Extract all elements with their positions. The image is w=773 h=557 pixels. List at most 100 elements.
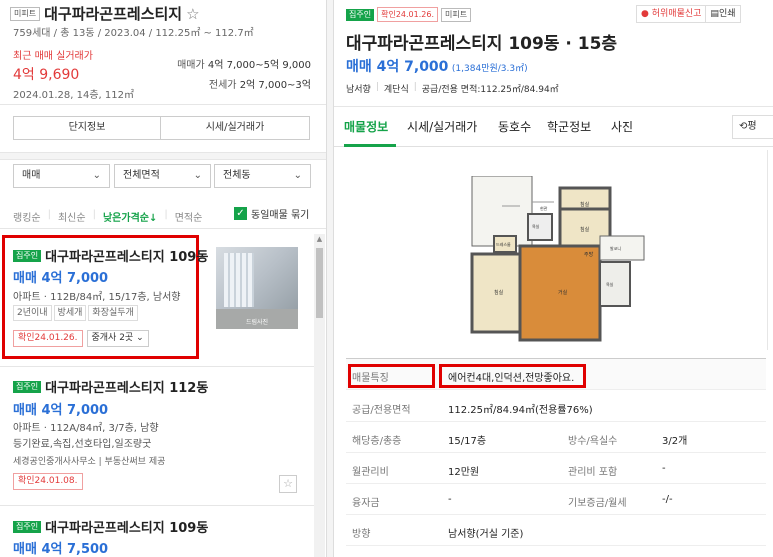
sort-area[interactable]: 면적순: [175, 209, 203, 224]
listing-price: 매매 4억 7,500: [13, 542, 109, 557]
table-row: 월관리비 12만원 관리비 포함 -: [346, 453, 766, 484]
owner-badge: 집주인: [13, 249, 42, 262]
agent-dropdown[interactable]: 중개사 2곳 ⌄: [86, 330, 149, 347]
listing-price: 매매 4억 7,000: [13, 271, 109, 286]
listing-panel: 미피트 대구파라곤프레스티지 ☆ 759세대 / 총 13동 / 2023.04…: [0, 0, 326, 557]
listing-title: 대구파라곤프레스티지 109동: [45, 250, 209, 265]
chevron-down-icon: ⌄: [193, 170, 202, 181]
area-value: 전체면적: [123, 170, 160, 181]
row-label: 해당층/총층: [352, 436, 402, 447]
tab-price-history[interactable]: 시세/실거래가: [407, 118, 477, 135]
tab-underline: [344, 144, 396, 147]
scroll-up-arrow-icon[interactable]: ▲: [314, 234, 325, 244]
pyeong-toggle[interactable]: ⟲평: [732, 115, 773, 139]
jeonse-price-range: 2억 7,000~3억: [239, 80, 311, 91]
fact-direction: 남서향: [346, 85, 371, 95]
chevron-down-icon: ⌄: [293, 170, 302, 181]
complex-title: 대구파라곤프레스티지: [44, 5, 183, 23]
floor-plan-bath: [599, 261, 631, 307]
pyeong-label: 평: [747, 121, 757, 132]
floor-plan-balcony: [599, 235, 645, 261]
row-value: 15/17층: [448, 436, 487, 447]
fact-area: 공급/전용 면적:112.25㎡/84.94㎡: [421, 85, 559, 95]
listing-features: 등기완료,속집,선호타입,일조량굿: [13, 439, 152, 450]
floor-plan-label: 침실: [580, 201, 590, 208]
agent-count: 중개사 2곳: [91, 333, 134, 343]
row-label: 관리비 포함: [568, 467, 618, 478]
listing-title: 대구파라곤프레스티지 109동: [45, 521, 209, 536]
scrollbar-thumb[interactable]: [316, 248, 323, 318]
photo-caption: 드림사진: [246, 319, 269, 326]
sort-ranking[interactable]: 랭킹순: [13, 209, 41, 224]
listing-tag: 화장실두개: [88, 305, 138, 321]
list-scrollbar[interactable]: ▲: [314, 234, 325, 557]
floor-plan-label: 거실: [558, 289, 568, 296]
floor-plan-label: 욕실: [532, 223, 540, 229]
floor-plan-label: 드레스룸: [496, 241, 511, 247]
row-label: 공급/전용면적: [352, 405, 411, 416]
trade-type-value: 매매: [22, 170, 41, 181]
listing-detail-panel: 집주인 확인24.01.26. 미피트 ● 허위매물신고 ▤인쇄 대구파라곤프레…: [334, 0, 773, 557]
siren-icon: ●: [641, 9, 649, 19]
report-label: 허위매물신고: [651, 9, 702, 19]
row-label: 방수/욕실수: [568, 436, 618, 447]
sort-latest[interactable]: 최신순: [58, 209, 86, 224]
apt-badge: 미피트: [440, 7, 472, 22]
area-select[interactable]: 전체면적 ⌄: [114, 164, 211, 188]
listing-tag: 2년이내: [13, 305, 52, 321]
tab-listing-info[interactable]: 매물정보: [344, 118, 388, 135]
listing-detail: 아파트 · 112A/84㎡, 3/7층, 남향: [13, 423, 159, 434]
print-label: 인쇄: [718, 9, 736, 19]
row-label: 융자금: [352, 498, 380, 509]
trade-type-select[interactable]: 매매 ⌄: [13, 164, 110, 188]
checkbox-checked-icon[interactable]: ✓: [234, 207, 247, 220]
floor-plan-label: 현관: [540, 205, 548, 211]
row-value: 12만원: [448, 467, 480, 478]
tab-unit-number[interactable]: 동호수: [498, 118, 531, 135]
detail-title: 대구파라곤프레스티지 109동 · 15층: [346, 34, 618, 54]
same-listing-toggle-label: 동일매물 묶기: [251, 210, 310, 221]
panel-divider[interactable]: [326, 0, 334, 557]
price-history-button[interactable]: 시세/실거래가: [160, 116, 310, 140]
row-value: -: [662, 463, 666, 474]
table-row: 공급/전용면적 112.25㎡/84.94㎡(전용률76%): [346, 391, 766, 422]
jeonse-price-label: 전세가: [208, 80, 237, 91]
agency-info: 세경공인중개사사무소 | 부동산써브 제공: [13, 457, 166, 467]
row-value: -/-: [662, 494, 673, 505]
floor-plan-label: 침실: [494, 289, 504, 296]
report-fake-button[interactable]: ● 허위매물신고: [637, 6, 707, 22]
list-item[interactable]: 집주인 대구파라곤프레스티지 109동 매매 4억 7,000 아파트 · 11…: [0, 234, 314, 361]
sale-price-range: 4억 7,000~5억 9,000: [207, 60, 311, 71]
table-row: 융자금 - 기보증금/월세 -/-: [346, 484, 766, 515]
tab-photos[interactable]: 사진: [611, 118, 633, 135]
row-label: 방향: [352, 529, 371, 540]
list-item[interactable]: 집주인 대구파라곤프레스티지 112동 매매 4억 7,000 아파트 · 11…: [0, 367, 314, 497]
listing-detail: 아파트 · 112B/84㎡, 15/17층, 남서향: [13, 292, 181, 303]
feature-value-highlight: [439, 364, 586, 388]
print-button[interactable]: ▤인쇄: [706, 6, 739, 22]
sale-price-label: 매매가: [177, 60, 205, 71]
detail-tabs: 매물정보 시세/실거래가 동호수 학군정보 사진 ⟲평: [334, 107, 773, 147]
chevron-down-icon: ⌄: [92, 170, 101, 181]
floor-plan-image[interactable]: 침실 침실 침실 거실 주방 드레스룸 욕실 욕실 현관 발코니: [454, 176, 714, 346]
row-value: 남서향(거실 기준): [448, 529, 524, 540]
floor-plan-label: 발코니: [610, 245, 621, 251]
tab-school[interactable]: 학군정보: [547, 118, 591, 135]
recent-detail: 2024.01.28, 14층, 112㎡: [13, 90, 134, 101]
list-item[interactable]: 집주인 대구파라곤프레스티지 109동 매매 4억 7,500: [0, 506, 314, 557]
row-value: 3/2개: [662, 436, 688, 447]
complex-info-button[interactable]: 단지정보: [13, 116, 161, 140]
owner-badge: 집주인: [346, 8, 375, 21]
favorite-star-icon[interactable]: ☆: [279, 475, 297, 493]
favorite-star-icon[interactable]: ☆: [186, 5, 199, 23]
listing-photo[interactable]: 드림사진: [216, 247, 298, 329]
confirm-date: 확인24.01.26.: [377, 7, 438, 22]
complex-summary: 759세대 / 총 13동 / 2023.04 / 112.25㎡ ~ 112.…: [13, 28, 254, 39]
listing-title: 대구파라곤프레스티지 112동: [45, 381, 209, 396]
row-label: 월관리비: [352, 467, 389, 478]
building-select[interactable]: 전체동 ⌄: [214, 164, 311, 188]
row-label: 기보증금/월세: [568, 498, 627, 509]
table-row: 방향 남서향(거실 기준): [346, 515, 766, 546]
sort-low-price[interactable]: 낮은가격순↓: [103, 209, 157, 224]
listing-tag: 방세개: [53, 305, 87, 321]
